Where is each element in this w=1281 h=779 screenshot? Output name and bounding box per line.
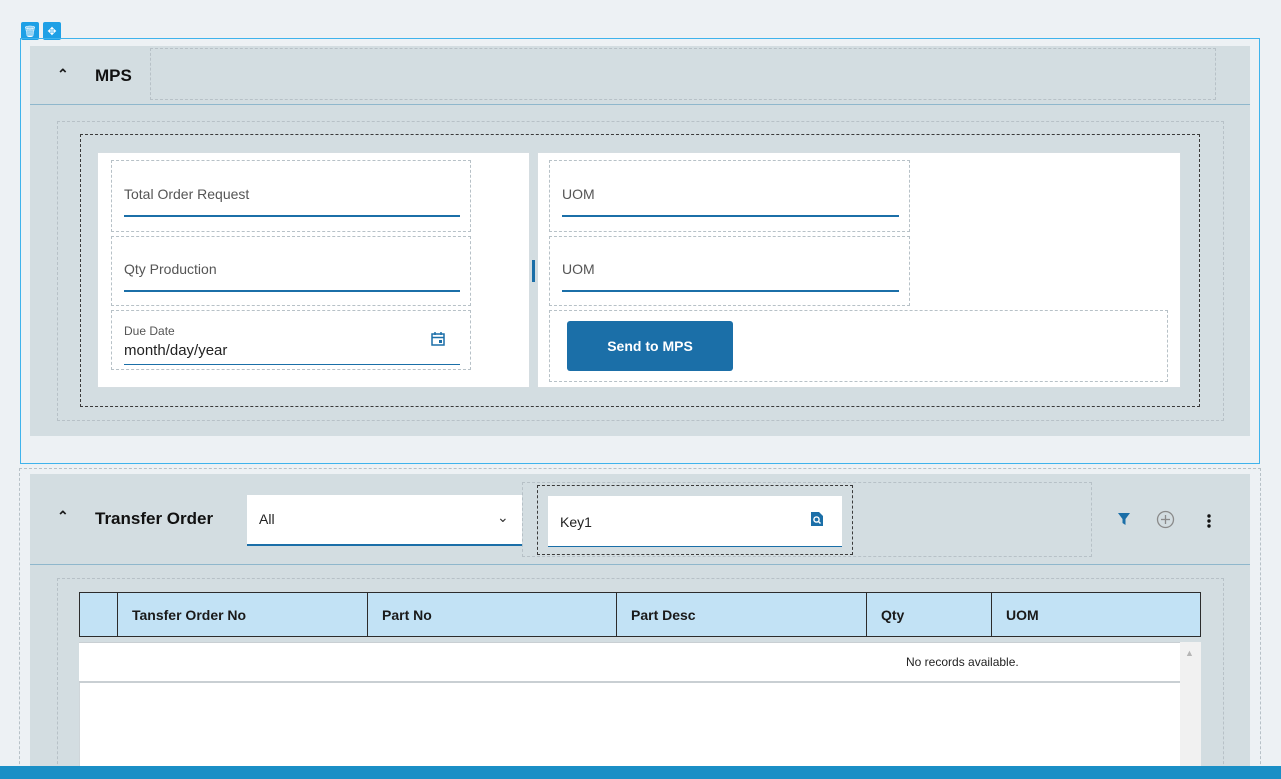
- filter-icon[interactable]: [1117, 512, 1131, 526]
- field-underline: [124, 364, 460, 365]
- collapse-mps-icon[interactable]: ⌃: [57, 66, 69, 83]
- field-underline: [124, 215, 460, 217]
- column-header-part-desc[interactable]: Part Desc: [617, 593, 867, 636]
- total-order-request-field[interactable]: Total Order Request: [111, 160, 471, 232]
- send-to-mps-button[interactable]: Send to MPS: [567, 321, 733, 371]
- search-input[interactable]: Key1: [548, 496, 842, 547]
- total-order-request-label: Total Order Request: [124, 186, 250, 202]
- field-underline: [562, 290, 899, 292]
- field-underline: [562, 215, 899, 217]
- grid-select-column[interactable]: [80, 593, 118, 636]
- column-header-qty[interactable]: Qty: [867, 593, 992, 636]
- search-icon[interactable]: [810, 511, 824, 527]
- transfer-order-header-divider: [30, 564, 1250, 565]
- column-splitter-handle[interactable]: [532, 260, 535, 282]
- transfer-order-title: Transfer Order: [95, 509, 214, 528]
- calendar-icon[interactable]: [430, 331, 446, 347]
- grid-header: Tansfer Order No Part No Part Desc Qty U…: [79, 592, 1201, 637]
- filter-dropdown[interactable]: All ⌄: [247, 495, 522, 546]
- due-date-value: month/day/year: [124, 342, 228, 359]
- chevron-down-icon: ⌄: [497, 509, 509, 525]
- grid-scrollbar[interactable]: [1180, 642, 1201, 779]
- bottom-accent-bar: [0, 766, 1281, 779]
- mps-title: MPS: [95, 66, 132, 85]
- uom-field-1[interactable]: UOM: [549, 160, 910, 232]
- qty-production-label: Qty Production: [124, 261, 217, 277]
- field-underline: [124, 290, 460, 292]
- uom-label-2: UOM: [562, 261, 595, 277]
- add-circle-icon[interactable]: [1156, 510, 1175, 529]
- mps-header-divider: [30, 104, 1250, 105]
- search-input-value: Key1: [560, 514, 592, 530]
- collapse-transfer-order-icon[interactable]: ⌃: [57, 508, 69, 525]
- column-header-uom[interactable]: UOM: [992, 593, 1200, 636]
- more-options-icon[interactable]: [1207, 513, 1211, 529]
- uom-field-2[interactable]: UOM: [549, 236, 910, 306]
- scroll-up-icon[interactable]: ▲: [1185, 648, 1194, 658]
- filter-dropdown-value: All: [259, 511, 275, 527]
- due-date-label: Due Date: [124, 324, 175, 338]
- due-date-field[interactable]: Due Date month/day/year: [111, 310, 471, 370]
- qty-production-field[interactable]: Qty Production: [111, 236, 471, 306]
- column-header-part-no[interactable]: Part No: [368, 593, 617, 636]
- no-records-message: No records available.: [906, 655, 1019, 669]
- column-header-transfer-order-no[interactable]: Tansfer Order No: [118, 593, 368, 636]
- uom-label-1: UOM: [562, 186, 595, 202]
- mps-header-drop-zone: [150, 48, 1216, 100]
